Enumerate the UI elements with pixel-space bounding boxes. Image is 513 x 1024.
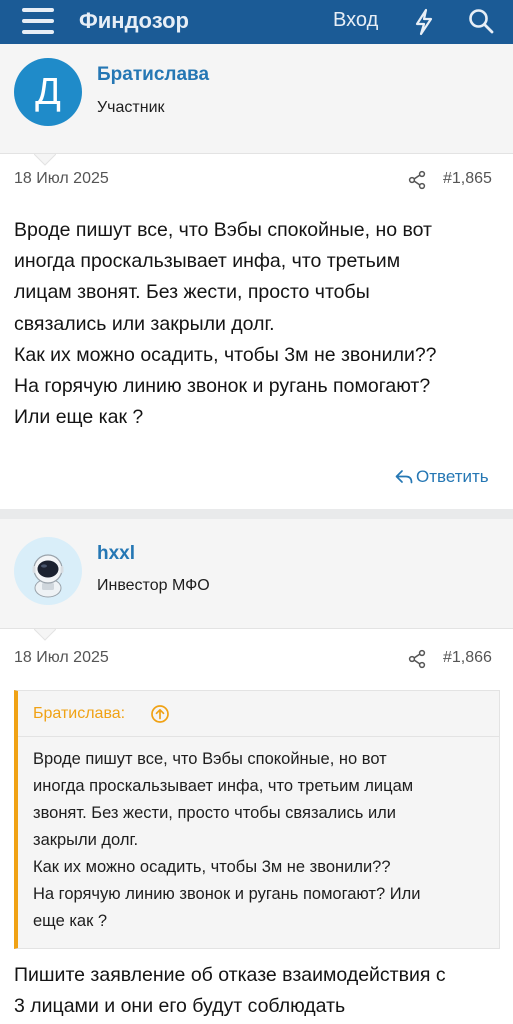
share-icon[interactable] [407, 170, 427, 190]
post-user-header: Д Братислава Участник [0, 44, 513, 154]
post-date[interactable]: 18 Июл 2025 [14, 170, 109, 188]
reply-label: Ответить [416, 467, 489, 486]
quote-block: Братислава: Вроде пишут все, что Вэбы сп… [14, 690, 500, 949]
post-separator [0, 509, 513, 519]
reply-icon [395, 470, 413, 484]
username-link[interactable]: Братислава [97, 64, 209, 86]
quote-line: На горячую линию звонок и ругань помогаю… [33, 885, 421, 903]
login-link[interactable]: Вход [333, 9, 378, 32]
post-line: Вроде пишут все, что Вэбы спокойные, но … [14, 219, 432, 241]
quote-header[interactable]: Братислава: [18, 691, 499, 737]
arrow-up-circle-icon[interactable] [150, 704, 170, 724]
top-bar: Финдозор Вход [0, 0, 513, 44]
avatar[interactable]: Д [14, 58, 82, 126]
post-line: Как их можно осадить, чтобы 3м не звонил… [14, 343, 437, 366]
post-content: Вроде пишут все, что Вэбы спокойные, но … [14, 215, 504, 433]
reply-button[interactable]: Ответить [395, 467, 489, 487]
post-meta: 18 Июл 2025 #1,866 [0, 639, 513, 679]
post-date[interactable]: 18 Июл 2025 [14, 649, 109, 667]
post-content: Пишите заявление об отказе взаимодействи… [14, 960, 504, 1022]
quote-line: закрыли долг. [33, 831, 139, 849]
post-number[interactable]: #1,865 [443, 170, 492, 188]
quote-line: Вроде пишут все, что Вэбы спокойные, но … [33, 750, 387, 768]
share-icon[interactable] [407, 649, 427, 669]
astronaut-icon [32, 554, 64, 598]
post-line: 3 лицами и они его будут соблюдать [14, 995, 346, 1018]
quote-author[interactable]: Братислава: [33, 705, 125, 723]
quote-line: иногда проскальзывает инфа, что третьим … [33, 777, 414, 795]
post-line: На горячую линию звонок и ругань помогаю… [14, 375, 431, 398]
post-user-header: hxxl Инвестор МФО [0, 519, 513, 629]
quote-content: Вроде пишут все, что Вэбы спокойные, но … [33, 746, 488, 935]
post-line: Или еще как ? [14, 406, 144, 429]
post-line: лицам звонят. Без жести, просто чтобы [14, 281, 370, 304]
post-line: Пишите заявление об отказе взаимодействи… [14, 964, 446, 986]
search-icon[interactable] [467, 7, 495, 35]
username-link[interactable]: hxxl [97, 543, 135, 565]
post-line: связались или закрыли долг. [14, 312, 275, 335]
quote-line: Как их можно осадить, чтобы 3м не звонил… [33, 858, 391, 876]
post-meta: 18 Июл 2025 #1,865 [0, 160, 513, 200]
quote-line: еще как ? [33, 912, 108, 930]
user-title: Участник [97, 99, 165, 116]
post-number[interactable]: #1,866 [443, 649, 492, 667]
bolt-icon[interactable] [411, 8, 437, 36]
user-title: Инвестор МФО [97, 577, 210, 594]
quote-line: звонят. Без жести, просто чтобы связалис… [33, 804, 397, 822]
site-logo[interactable]: Финдозор [79, 8, 189, 34]
menu-icon[interactable] [22, 6, 56, 38]
post-line: иногда проскальзывает инфа, что третьим [14, 250, 401, 273]
avatar[interactable] [14, 537, 82, 605]
post-1865: Д Братислава Участник 18 Июл 2025 #1,865… [0, 44, 513, 509]
